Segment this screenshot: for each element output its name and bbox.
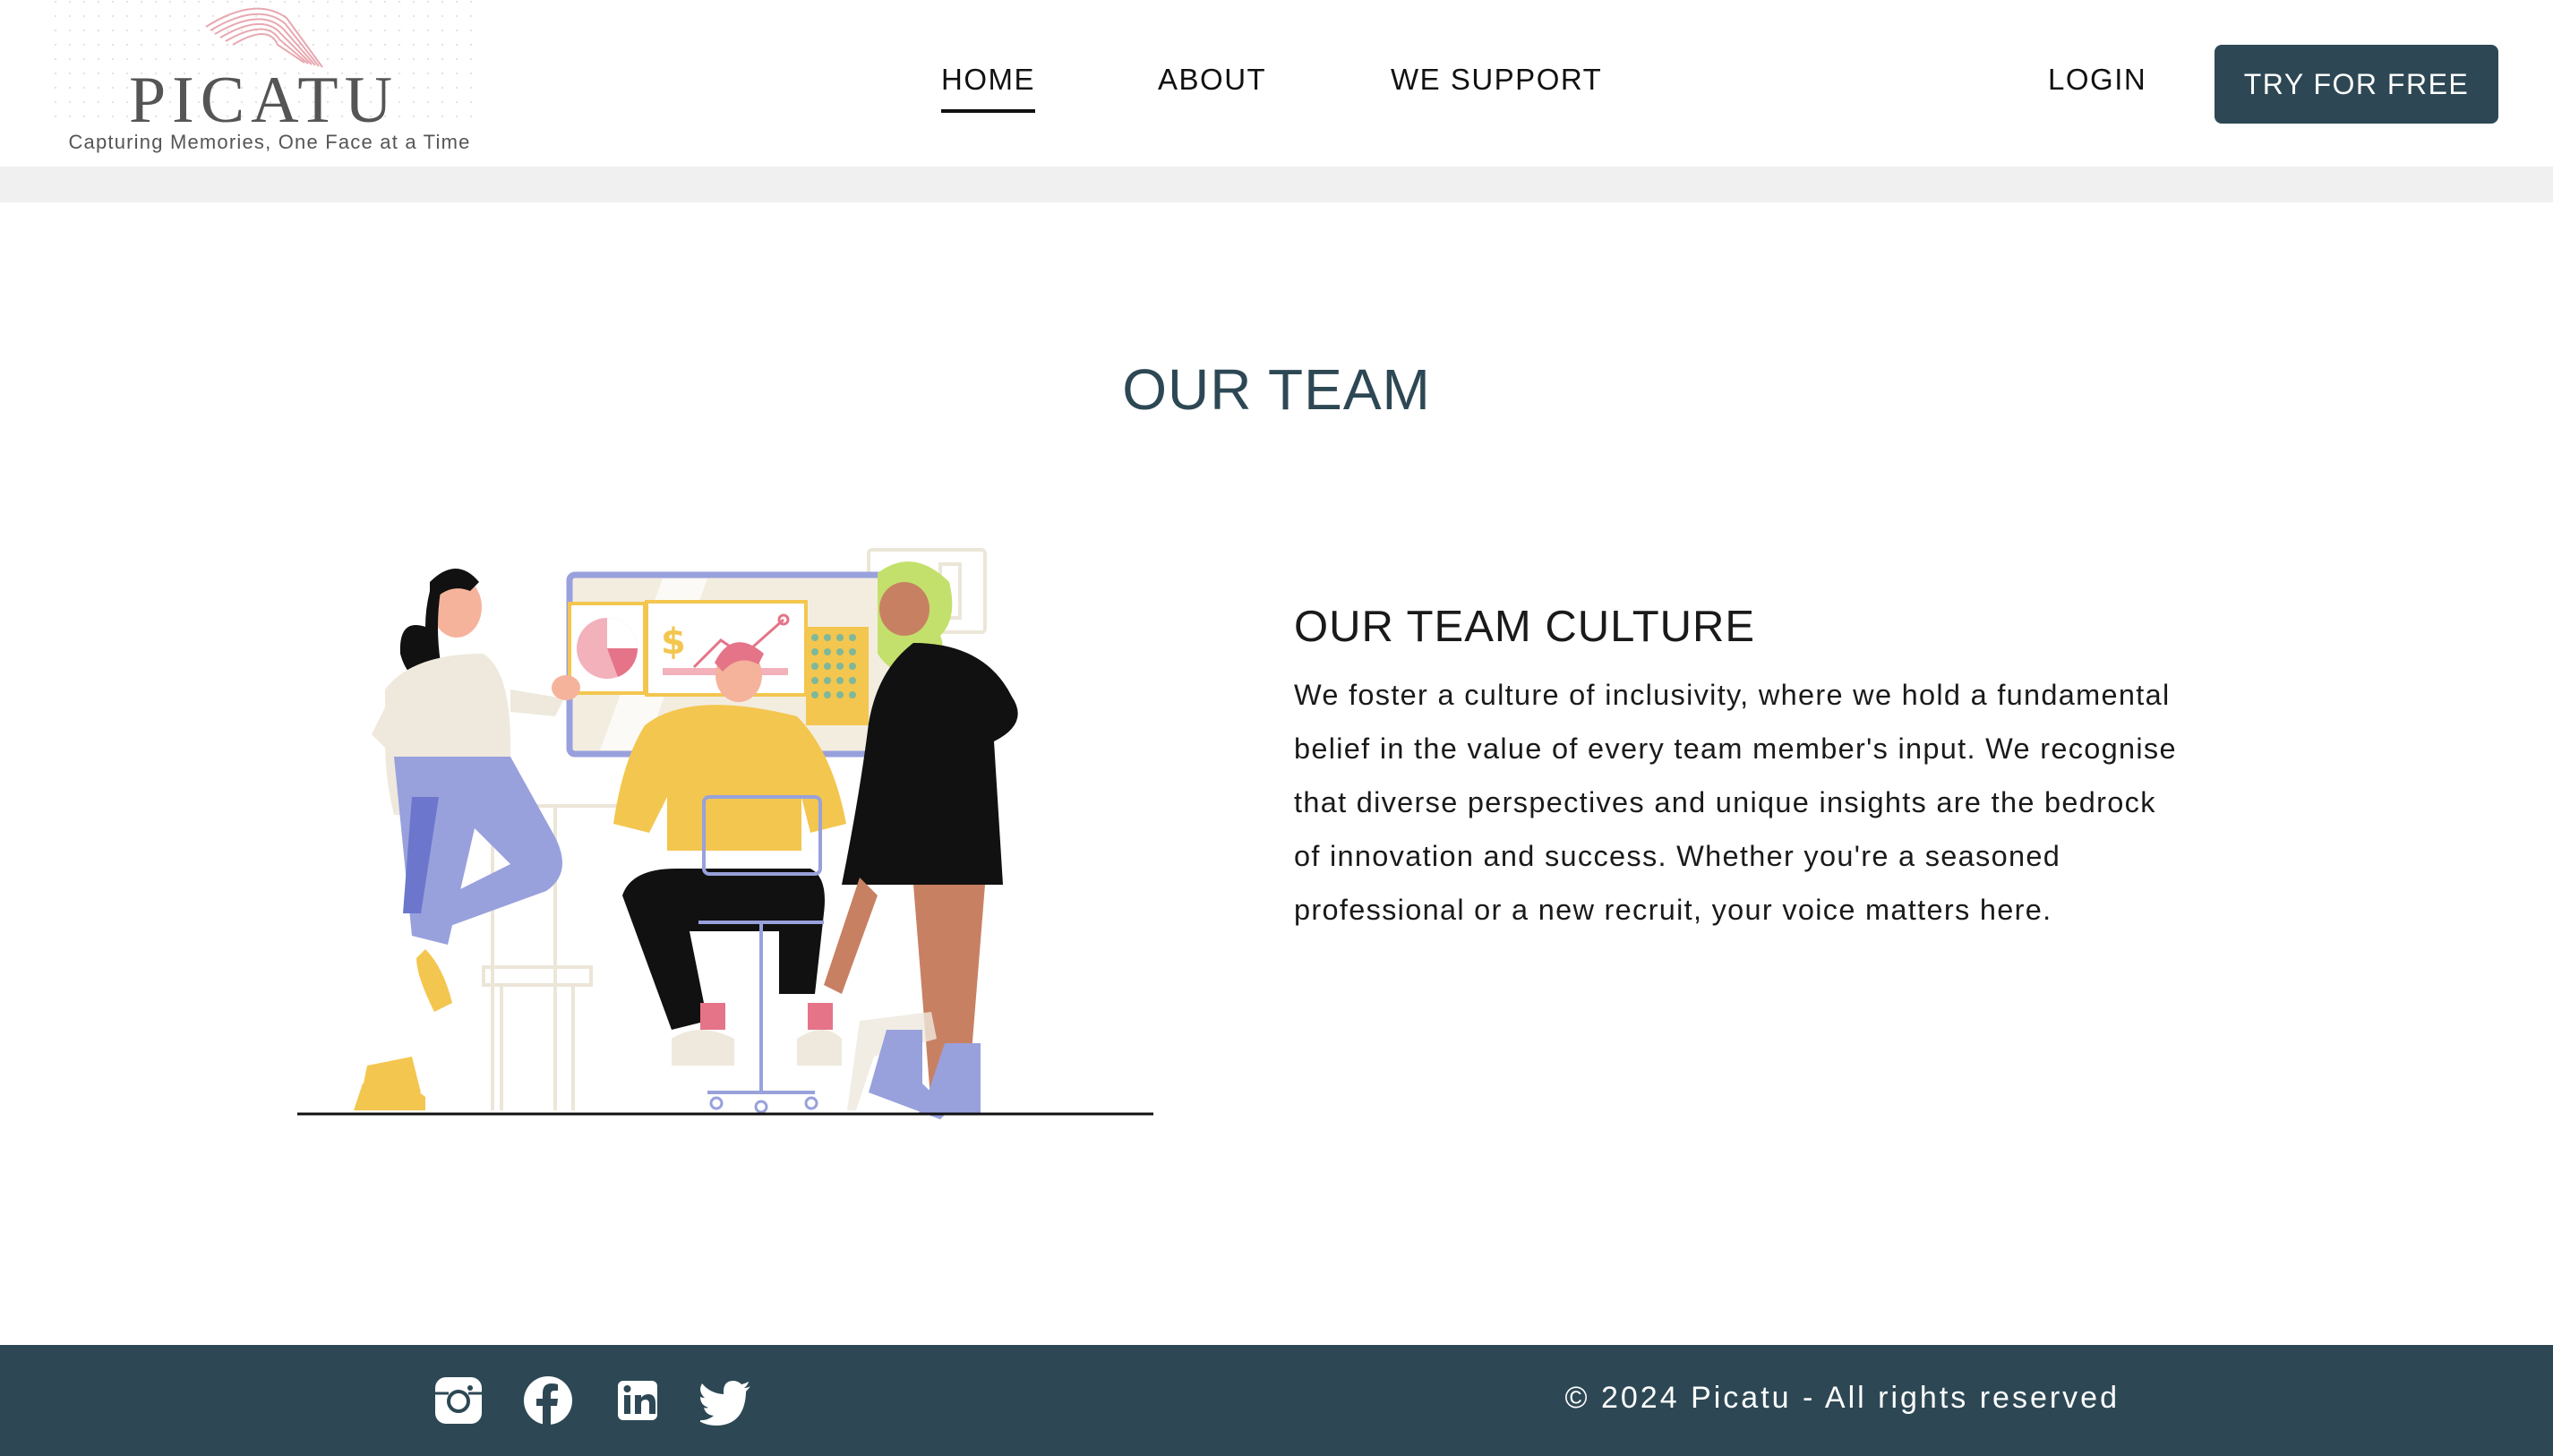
brand-tagline: Capturing Memories, One Face at a Time	[68, 131, 471, 153]
site-footer: © 2024 Picatu - All rights reserved	[0, 1345, 2553, 1456]
brand-name: PICATU	[129, 64, 399, 137]
try-for-free-button[interactable]: TRY FOR FREE	[2215, 45, 2498, 124]
person-left	[354, 569, 580, 1110]
culture-body: We foster a culture of inclusivity, wher…	[1294, 679, 2177, 926]
instagram-icon[interactable]	[432, 1374, 485, 1427]
nav-we-support[interactable]: WE SUPPORT	[1391, 63, 1602, 97]
copyright-text: © 2024 Picatu - All rights reserved	[1564, 1381, 2120, 1415]
nav-about[interactable]: ABOUT	[1158, 63, 1266, 97]
linkedin-icon[interactable]	[611, 1374, 664, 1427]
section-title: OUR TEAM	[1122, 357, 1431, 422]
nav-home[interactable]: HOME	[941, 63, 1035, 113]
team-culture: OUR TEAM CULTURE We foster a culture of …	[1294, 602, 2189, 937]
twitter-icon[interactable]	[700, 1374, 754, 1427]
culture-heading: OUR TEAM CULTURE	[1294, 603, 1756, 651]
site-header: PICATU Capturing Memories, One Face at a…	[0, 0, 2553, 167]
svg-text:$: $	[661, 621, 686, 663]
team-illustration: $	[287, 537, 1164, 1133]
team-illustration-image: $	[297, 548, 1153, 1119]
brand-logo[interactable]: PICATU Capturing Memories, One Face at a…	[54, 0, 480, 159]
login-link[interactable]: LOGIN	[2048, 63, 2146, 97]
header-divider-band	[0, 167, 2553, 202]
facebook-icon[interactable]	[521, 1374, 575, 1427]
